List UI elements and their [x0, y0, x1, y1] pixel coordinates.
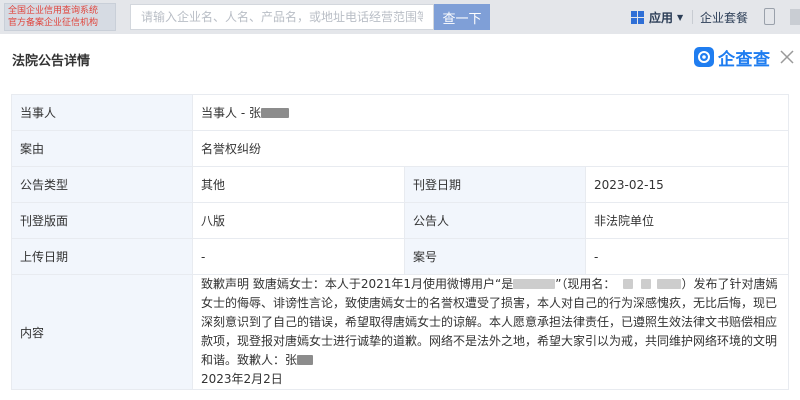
enterprise-package-link[interactable]: 企业套餐	[700, 9, 748, 26]
qichacha-logo: 企查查	[694, 46, 771, 70]
redacted-current-name-1	[623, 279, 634, 289]
badge-line-2: 官方备案企业征信机构	[8, 18, 99, 28]
badge-line-1: 全国企业信用查询系统	[8, 6, 99, 16]
divider	[692, 10, 693, 24]
redacted-current-name-2	[641, 279, 652, 289]
cause-value: 名誉权纠纷	[191, 130, 790, 167]
apps-menu[interactable]: 应用 ▼	[631, 9, 683, 25]
apps-grid-icon	[631, 10, 644, 24]
table-row: 当事人 当事人 - 张	[11, 94, 790, 131]
table-row: 刊登版面 八版 公告人 非法院单位	[11, 202, 790, 239]
upload-date-label: 上传日期	[11, 238, 193, 275]
close-icon[interactable]	[778, 48, 796, 66]
table-row: 案由 名誉权纠纷	[11, 130, 790, 167]
logo-mark-icon	[694, 47, 714, 67]
upload-date-value: -	[192, 238, 405, 275]
mobile-phone-icon[interactable]	[764, 8, 775, 25]
apps-label: 应用	[649, 10, 674, 25]
search-button[interactable]: 查一下	[434, 4, 490, 30]
top-navigation-bar: 全国企业信用查询系统 官方备案企业征信机构 查一下 应用 ▼ 企业套餐	[0, 0, 800, 34]
content-text-2: ”（现用名：	[555, 277, 616, 291]
type-value: 其他	[192, 166, 405, 203]
redacted-current-name-3	[657, 279, 682, 289]
table-row: 上传日期 - 案号 -	[11, 238, 790, 275]
chevron-down-icon: ▼	[677, 12, 684, 22]
redacted-username	[513, 279, 556, 289]
party-value[interactable]: 当事人 - 张	[201, 106, 261, 120]
table-row: 内容 致歉声明 致唐嫣女士：本人于2021年1月使用微博用户“是 ”（现用名： ）发…	[11, 274, 790, 390]
announcer-label: 公告人	[404, 202, 586, 239]
topbar-edge-icon	[790, 9, 800, 25]
party-value-cell: 当事人 - 张	[191, 94, 790, 131]
modal-title: 法院公告详情	[12, 54, 91, 69]
credit-system-badge[interactable]: 全国企业信用查询系统 官方备案企业征信机构	[4, 3, 116, 31]
party-label: 当事人	[11, 94, 193, 131]
redacted-name	[260, 108, 289, 118]
content-label: 内容	[11, 274, 193, 390]
case-no-label: 案号	[404, 238, 586, 275]
table-row: 公告类型 其他 刊登日期 2023-02-15	[11, 166, 790, 203]
redacted-signer	[297, 355, 314, 365]
pub-date-label: 刊登日期	[404, 166, 586, 203]
announcer-value: 非法院单位	[584, 202, 790, 239]
logo-text: 企查查	[718, 49, 771, 70]
cause-label: 案由	[11, 130, 193, 167]
case-no-value: -	[584, 238, 790, 275]
page-label: 刊登版面	[11, 202, 193, 239]
search-input[interactable]	[130, 4, 434, 30]
content-date: 2023年2月2日	[201, 372, 283, 386]
pub-date-value: 2023-02-15	[584, 166, 790, 203]
content-value: 致歉声明 致唐嫣女士：本人于2021年1月使用微博用户“是 ”（现用名： ）发布了针…	[191, 274, 790, 390]
court-notice-detail-table: 当事人 当事人 - 张 案由 名誉权纠纷 公告类型 其他 刊登日期 2023-0…	[11, 94, 790, 390]
type-label: 公告类型	[11, 166, 193, 203]
page-value: 八版	[192, 202, 405, 239]
content-text-1: 致歉声明 致唐嫣女士：本人于2021年1月使用微博用户“是	[201, 277, 514, 291]
